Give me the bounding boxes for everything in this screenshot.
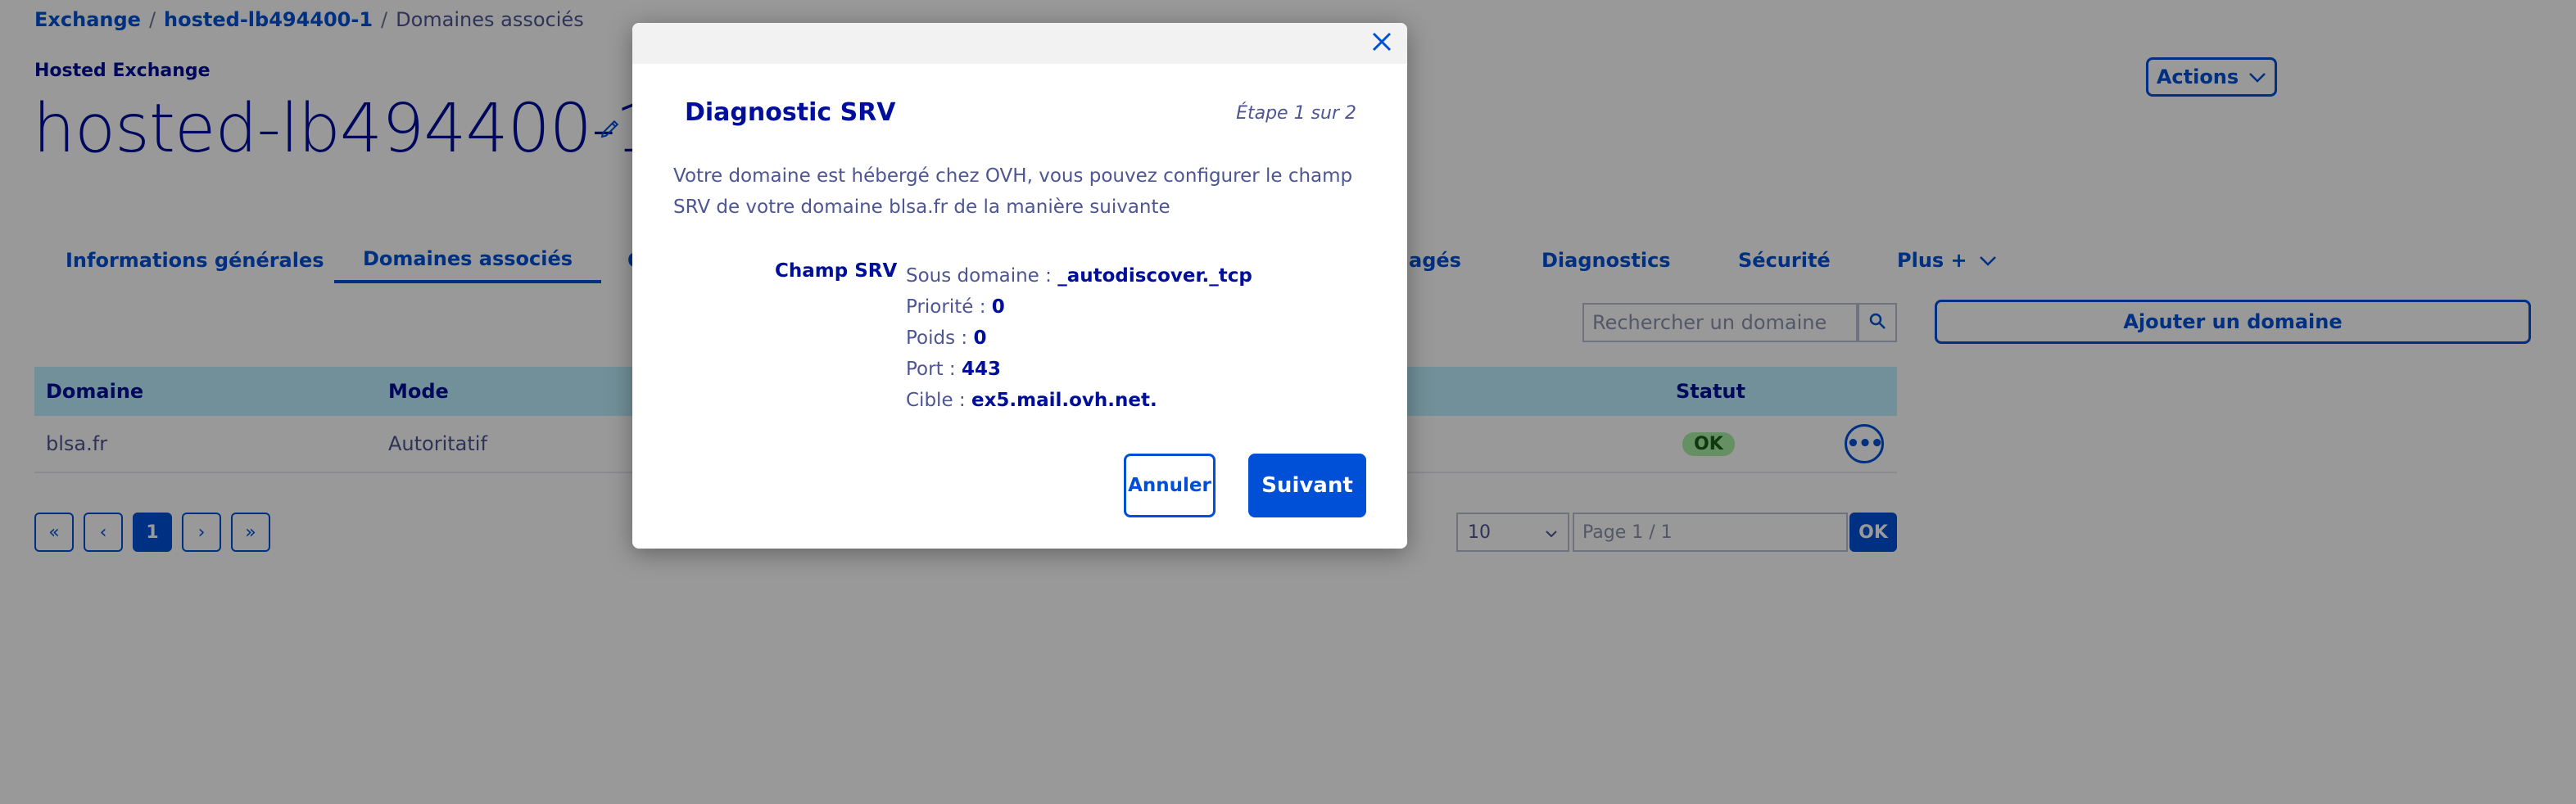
dialog-header-bar (632, 23, 1407, 64)
dialog-step-indicator: Étape 1 sur 2 (1236, 103, 1356, 124)
next-button[interactable]: Suivant (1248, 454, 1366, 517)
srv-priority-value: 0 (991, 296, 1005, 318)
srv-weight-row: Poids : 0 (906, 323, 1252, 354)
srv-port-row: Port : 443 (906, 354, 1252, 385)
dialog-intro-text: Votre domaine est hébergé chez OVH, vous… (673, 165, 1353, 218)
srv-subdomain-row: Sous domaine : _autodiscover._tcp (906, 260, 1252, 291)
srv-target-label: Cible : (906, 390, 971, 411)
diagnostic-srv-dialog: Diagnostic SRV Étape 1 sur 2 Votre domai… (632, 23, 1407, 549)
cancel-button[interactable]: Annuler (1124, 454, 1216, 517)
srv-priority-label: Priorité : (906, 296, 992, 318)
srv-priority-row: Priorité : 0 (906, 291, 1252, 323)
srv-weight-label: Poids : (906, 327, 974, 349)
srv-field-list: Sous domaine : _autodiscover._tcp Priori… (906, 260, 1252, 416)
srv-target-value: ex5.mail.ovh.net. (971, 390, 1157, 411)
srv-subdomain-label: Sous domaine : (906, 265, 1058, 287)
srv-port-label: Port : (906, 359, 962, 380)
close-icon (1371, 31, 1392, 56)
srv-weight-value: 0 (973, 327, 987, 349)
srv-subdomain-value: _autodiscover._tcp (1057, 265, 1252, 287)
srv-port-value: 443 (961, 359, 1001, 380)
srv-target-row: Cible : ex5.mail.ovh.net. (906, 385, 1252, 416)
srv-field-label: Champ SRV (775, 260, 898, 282)
dialog-title: Diagnostic SRV (685, 98, 896, 127)
close-button[interactable] (1368, 29, 1396, 57)
